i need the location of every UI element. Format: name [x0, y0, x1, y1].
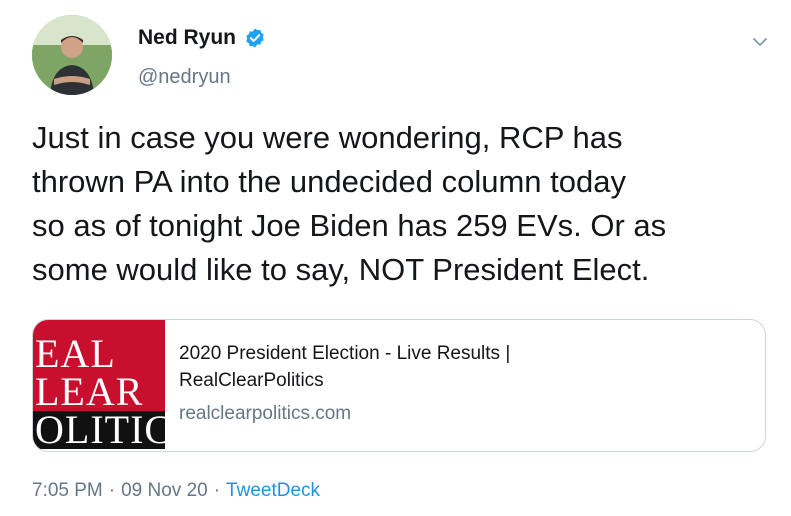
tweet-meta: 7:05 PM · 09 Nov 20 · TweetDeck [32, 480, 320, 502]
author-name[interactable]: Ned Ryun [138, 26, 236, 50]
link-card[interactable]: EAL LEAR OLITIC 2020 President Election … [32, 319, 766, 452]
meta-separator: · [213, 480, 221, 501]
tweet-source-link[interactable]: TweetDeck [226, 480, 320, 502]
tweet-date[interactable]: 09 Nov 20 [121, 480, 208, 502]
thumbnail-text-line: OLITIC [33, 407, 165, 451]
thumbnail-text-line: LEAR [33, 372, 165, 412]
tweet-container: Ned Ryun @nedryun Just in case you were … [0, 0, 791, 516]
thumbnail-text-line: EAL [33, 334, 165, 374]
card-thumbnail: EAL LEAR OLITIC [33, 320, 165, 451]
tweet-time[interactable]: 7:05 PM [32, 480, 103, 502]
card-domain: realclearpolitics.com [179, 403, 352, 424]
profile-photo [32, 15, 112, 95]
card-body: 2020 President Election - Live Results |… [179, 340, 739, 427]
meta-separator: · [108, 480, 116, 501]
author-handle[interactable]: @nedryun [138, 66, 231, 89]
chevron-down-icon[interactable] [748, 30, 772, 54]
tweet-text: Just in case you were wondering, RCP has… [32, 120, 667, 287]
card-title[interactable]: 2020 President Election - Live Results |… [179, 340, 739, 394]
verified-badge-icon [244, 27, 266, 49]
author-name-row: Ned Ryun [138, 26, 266, 50]
avatar[interactable] [32, 15, 112, 95]
